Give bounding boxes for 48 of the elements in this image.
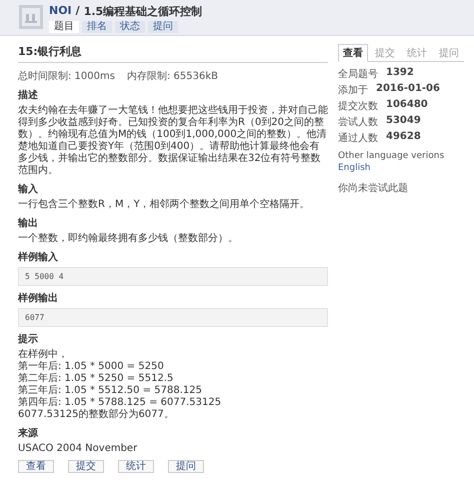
- stat-value: 2016-01-06: [376, 83, 440, 96]
- bottom-link[interactable]: 查看: [18, 460, 54, 473]
- stat-label: 添加于: [338, 84, 368, 97]
- bottom-link[interactable]: 统计: [118, 460, 154, 473]
- stat-label: 提交次数: [338, 100, 378, 113]
- side-tab[interactable]: 查看: [338, 44, 368, 62]
- problem-title: 15:银行利息: [18, 44, 328, 63]
- section-text: USACO 2004 November: [18, 443, 138, 455]
- stat-label: 全局题号: [338, 68, 378, 81]
- stat-label: 尝试人数: [338, 116, 378, 129]
- sample-box: 5 5000 4: [18, 267, 328, 286]
- course-title: 1.5编程基础之循环控制: [84, 4, 202, 19]
- section-text: 6077.53125的整数部分为6077。: [18, 409, 175, 421]
- section-text: 第三年后: 1.05 * 5512.50 = 5788.125: [18, 385, 203, 396]
- section-heading: 来源: [18, 426, 39, 440]
- nav-tab[interactable]: 状态: [115, 21, 145, 33]
- section-text: 在样例中，: [18, 349, 69, 360]
- section-heading: 描述: [18, 88, 39, 102]
- section-heading: 提示: [18, 332, 39, 346]
- section-text: 第二年后: 1.05 * 5250 = 5512.5: [18, 373, 174, 384]
- breadcrumb-separator: /: [76, 4, 80, 19]
- section-text: 农夫约翰在去年赚了一大笔钱！他想要把这些钱用于投资，并对自己能得到多少收益感到好奇。已知投资的复合年利率为R（0到20之间的整数）。约翰现有总值为M的钱（100到1,000,000之间的整数）。他清楚地知道自己要投资Y年（范围0到400）。请帮助他计算最终他会有多少钱，并输出它的整数部分。数据保证输出结果在32位有符号整数范围内。: [18, 105, 328, 177]
- attempt-note: 你尚未尝试此题: [338, 182, 409, 195]
- section-heading: 输入: [18, 182, 39, 196]
- section-heading: 输出: [18, 216, 39, 230]
- nav-tab[interactable]: 排名: [82, 21, 112, 33]
- bottom-link[interactable]: 提交: [68, 460, 104, 473]
- limit-text: 内存限制: 65536kB: [126, 70, 218, 83]
- language-link[interactable]: English: [338, 163, 370, 173]
- section-heading: 样例输出: [18, 292, 59, 305]
- sample-box: 6077: [18, 308, 328, 327]
- site-link[interactable]: NOI: [49, 4, 72, 19]
- section-text: 第一年后: 1.05 * 5000 = 5250: [18, 361, 165, 372]
- other-languages-label: Other language verions: [338, 151, 446, 161]
- section-text: 第四年后: 1.05 * 5788.125 = 6077.53125: [18, 397, 222, 408]
- nav-tab[interactable]: 提问: [148, 21, 178, 33]
- section-heading: 样例输入: [18, 250, 59, 264]
- logo-icon: [19, 5, 43, 29]
- stat-value: 53049: [386, 115, 421, 128]
- bottom-link[interactable]: 提问: [168, 460, 204, 473]
- stat-label: 通过人数: [338, 132, 378, 145]
- stat-value: 1392: [386, 67, 414, 80]
- stat-value: 106480: [386, 99, 428, 112]
- limit-text: 总时间限制: 1000ms: [18, 70, 115, 83]
- section-text: 一行包含三个整数R，M，Y，相邻两个整数之间用单个空格隔开。: [18, 199, 311, 211]
- stat-value: 49628: [386, 131, 421, 144]
- section-text: 一个整数，即约翰最终拥有多少钱（整数部分）。: [18, 233, 239, 245]
- nav-tab[interactable]: 题目: [49, 21, 79, 33]
